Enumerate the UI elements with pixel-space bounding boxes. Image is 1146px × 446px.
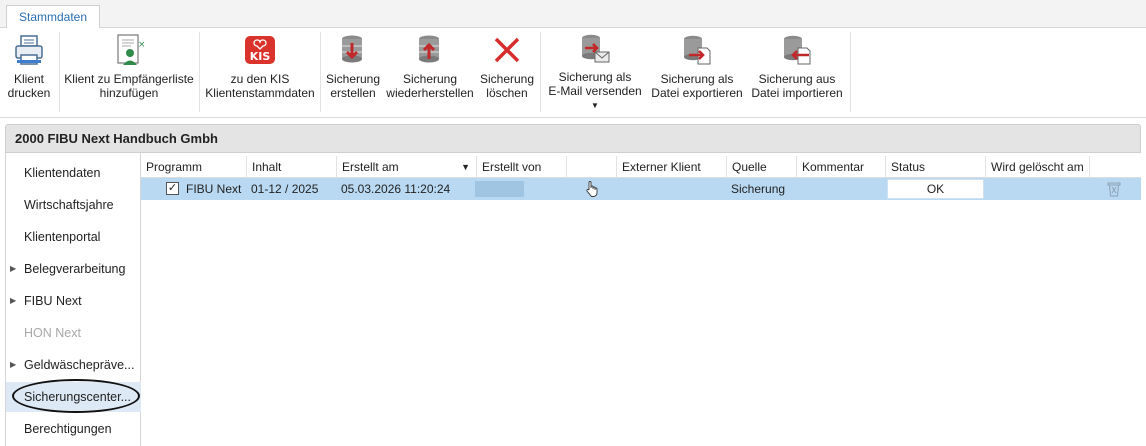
cell-quelle: Sicherung xyxy=(731,182,786,196)
table-row[interactable]: ✓ FIBU Next 01-12 / 2025 05.03.2026 11:2… xyxy=(141,178,1141,200)
add-to-recipients-label-1: Klient zu Empfängerliste xyxy=(64,72,194,86)
svg-text:×: × xyxy=(138,40,145,50)
sidebar-item-label: FIBU Next xyxy=(24,294,82,308)
column-header-blank[interactable] xyxy=(566,156,616,178)
row-checkbox[interactable]: ✓ xyxy=(166,182,179,195)
sidebar-item-label: Geldwäscheprävе... xyxy=(24,358,135,372)
kis-label-1: zu den KIS xyxy=(230,72,290,86)
import-backup-button[interactable]: Sicherung aus Datei importieren xyxy=(748,30,846,108)
table-header: Programm Inhalt Erstellt am ▼ Erstellt vo… xyxy=(141,156,1141,178)
add-to-recipients-button[interactable]: × Klient zu Empfängerliste hinzufügen xyxy=(63,30,195,108)
sidebar-item-klientendaten[interactable]: Klientendaten xyxy=(6,158,141,188)
expand-arrow-icon[interactable]: ▶ xyxy=(10,286,16,316)
sidebar-item-label: Klientenportal xyxy=(24,230,101,244)
column-header-programm[interactable]: Programm xyxy=(141,156,246,178)
kis-master-data-button[interactable]: KIS zu den KIS Klientenstammdaten xyxy=(203,30,317,108)
ribbon-tab-strip: Stammdaten xyxy=(0,0,1146,29)
column-header-externer-klient[interactable]: Externer Klient xyxy=(616,156,726,178)
svg-text:KIS: KIS xyxy=(250,50,271,63)
backup-table: Programm Inhalt Erstellt am ▼ Erstellt vo… xyxy=(141,153,1141,446)
sidebar-item-label: Klientendaten xyxy=(24,166,101,180)
delete-x-icon xyxy=(490,32,524,68)
sidebar-item-label: Belegverarbeitung xyxy=(24,262,126,276)
cell-erstellt-von-redacted xyxy=(475,181,524,197)
sidebar-item-hon-next: HON Next xyxy=(6,318,141,348)
delete-backup-button[interactable]: Sicherung löschen xyxy=(478,30,536,108)
column-header-inhalt[interactable]: Inhalt xyxy=(246,156,336,178)
export-backup-button[interactable]: Sicherung als Datei exportieren xyxy=(648,30,746,108)
dropdown-caret-icon: ▼ xyxy=(591,101,599,110)
database-upload-icon xyxy=(413,32,447,68)
ribbon-separator xyxy=(320,32,321,112)
kis-label-2: Klientenstammdaten xyxy=(205,86,315,100)
ribbon-separator xyxy=(59,32,60,112)
sidebar-item-belegverarbeitung[interactable]: ▶ Belegverarbeitung xyxy=(6,254,141,284)
create-backup-label-2: erstellen xyxy=(330,86,376,100)
column-header-erstellt-von[interactable]: Erstellt von xyxy=(476,156,566,178)
printer-icon xyxy=(12,32,46,68)
sidebar: Klientendaten Wirtschaftsjahre Klientenp… xyxy=(5,153,141,446)
database-email-icon xyxy=(578,32,612,66)
email-backup-label-2: E-Mail versenden xyxy=(548,84,642,98)
sidebar-item-berechtigungen[interactable]: Berechtigungen xyxy=(6,414,141,444)
sidebar-item-label: Berechtigungen xyxy=(24,422,112,436)
create-backup-button[interactable]: Sicherung erstellen xyxy=(324,30,382,108)
hand-cursor-icon xyxy=(585,181,599,200)
column-header-wird-geloescht-am[interactable]: Wird gelöscht am xyxy=(985,156,1089,178)
database-download-icon xyxy=(336,32,370,68)
ribbon-separator xyxy=(850,32,851,112)
email-backup-label-1: Sicherung als xyxy=(558,70,632,84)
user-document-icon: × xyxy=(112,32,146,68)
sidebar-item-sicherungscenter[interactable]: Sicherungscenter... xyxy=(6,382,141,412)
trash-icon[interactable] xyxy=(1107,181,1121,200)
database-export-icon xyxy=(680,32,714,68)
column-header-erstellt-am[interactable]: Erstellt am ▼ xyxy=(336,156,476,178)
create-backup-label-1: Sicherung xyxy=(325,72,381,86)
print-client-button[interactable]: Klient drucken xyxy=(6,30,52,108)
sidebar-item-klientenportal[interactable]: Klientenportal xyxy=(6,222,141,252)
kis-logo-icon: KIS xyxy=(243,32,277,68)
ribbon-toolbar: Klient drucken × Klient zu Empfängerliste… xyxy=(0,28,1146,118)
tab-stammdaten[interactable]: Stammdaten xyxy=(6,5,101,29)
expand-arrow-icon[interactable]: ▶ xyxy=(10,350,16,380)
print-client-label-2: drucken xyxy=(7,86,51,100)
column-header-status[interactable]: Status xyxy=(885,156,985,178)
add-to-recipients-label-2: hinzufügen xyxy=(99,86,159,100)
sidebar-item-label: Sicherungscenter... xyxy=(24,390,132,404)
sidebar-item-wirtschaftsjahre[interactable]: Wirtschaftsjahre xyxy=(6,190,141,220)
ribbon-separator xyxy=(540,32,541,112)
column-header-label: Erstellt am xyxy=(342,160,399,174)
sidebar-item-fibu-next[interactable]: ▶ FIBU Next xyxy=(6,286,141,316)
sidebar-item-geldwaeschepraevention[interactable]: ▶ Geldwäscheprävе... xyxy=(6,350,141,380)
import-backup-label-2: Datei importieren xyxy=(751,86,843,100)
print-client-label-1: Klient xyxy=(13,72,44,86)
client-header: 2000 FIBU Next Handbuch Gmbh xyxy=(5,124,1141,153)
cell-status: OK xyxy=(887,179,984,199)
export-backup-label-2: Datei exportieren xyxy=(651,86,743,100)
sidebar-item-label: Wirtschaftsjahre xyxy=(24,198,114,212)
ribbon-separator xyxy=(199,32,200,112)
column-header-kommentar[interactable]: Kommentar xyxy=(796,156,885,178)
delete-backup-label-1: Sicherung xyxy=(479,72,535,86)
import-backup-label-1: Sicherung aus xyxy=(758,72,836,86)
sidebar-item-label: HON Next xyxy=(24,326,81,340)
expand-arrow-icon[interactable]: ▶ xyxy=(10,254,16,284)
column-header-quelle[interactable]: Quelle xyxy=(726,156,796,178)
sort-descending-icon: ▼ xyxy=(461,162,470,172)
cell-erstellt-am: 05.03.2026 11:20:24 xyxy=(341,182,451,196)
cell-programm: FIBU Next xyxy=(186,182,242,196)
restore-backup-button[interactable]: Sicherung wiederherstellen xyxy=(384,30,476,108)
email-backup-button[interactable]: Sicherung als E-Mail versenden ▼ xyxy=(544,30,646,110)
cell-inhalt: 01-12 / 2025 xyxy=(251,182,319,196)
database-import-icon xyxy=(780,32,814,68)
column-header-actions xyxy=(1089,156,1141,178)
export-backup-label-1: Sicherung als xyxy=(660,72,734,86)
restore-backup-label-2: wiederherstellen xyxy=(386,86,474,100)
restore-backup-label-1: Sicherung xyxy=(402,72,458,86)
delete-backup-label-2: löschen xyxy=(486,86,528,100)
